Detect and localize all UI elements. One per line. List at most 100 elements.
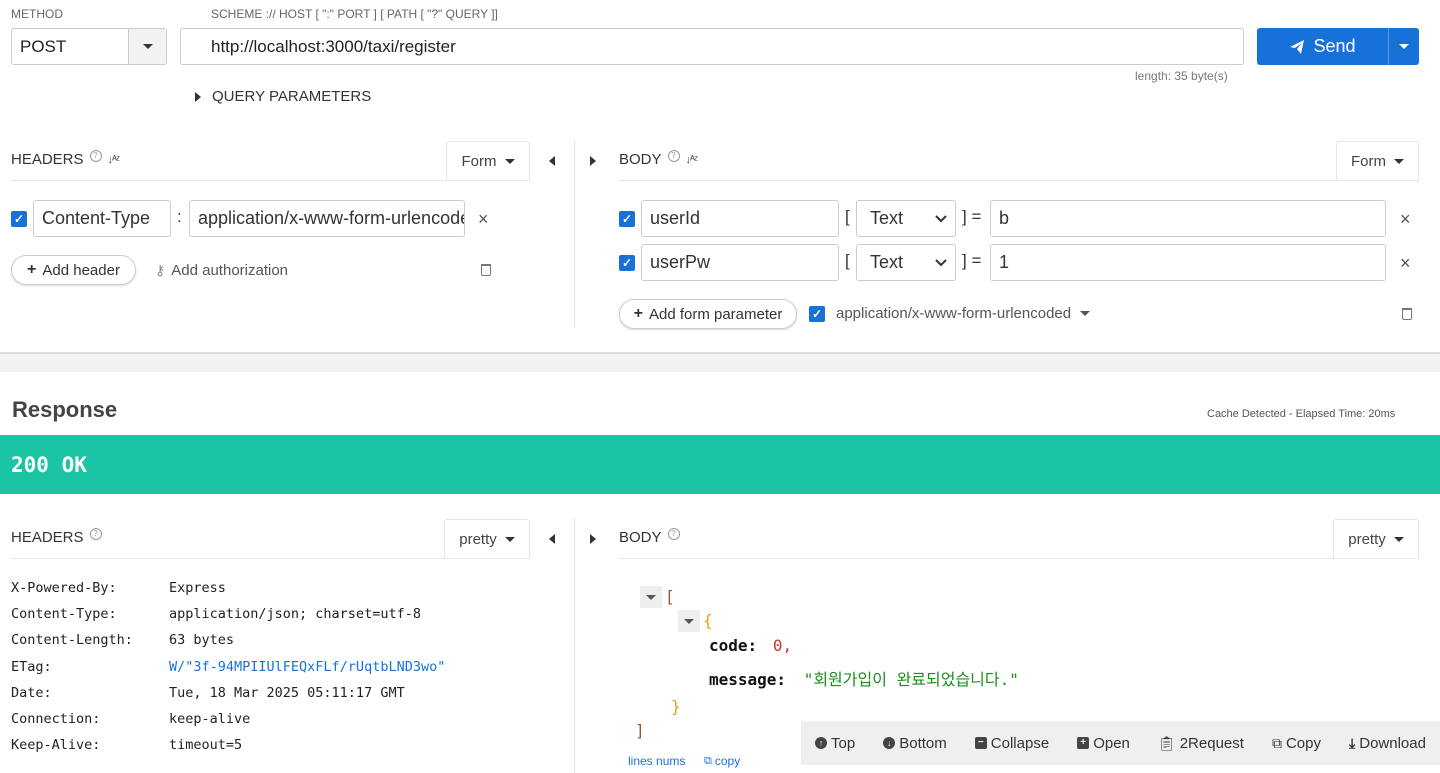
- response-header-value: keep-alive: [169, 711, 251, 727]
- response-header-name: Connection:: [11, 711, 101, 727]
- response-header-name: Content-Length:: [11, 632, 133, 649]
- headers-title-text: HEADERS: [11, 151, 84, 168]
- content-type-dropdown[interactable]: application/x-www-form-urlencoded: [836, 305, 1091, 322]
- add-header-label: Add header: [42, 261, 120, 279]
- divider: [11, 558, 530, 559]
- headers-format-dropdown[interactable]: Form: [446, 141, 530, 180]
- remove-param-icon[interactable]: ×: [1400, 209, 1411, 230]
- collapse-left-icon[interactable]: [549, 531, 555, 548]
- divider: [619, 558, 1419, 559]
- help-icon[interactable]: ?: [667, 149, 680, 162]
- headers-format-label: Form: [461, 152, 497, 170]
- lines-nums-link[interactable]: lines nums: [628, 754, 685, 768]
- help-icon[interactable]: ?: [667, 527, 680, 540]
- caret-right-icon: [195, 91, 201, 102]
- response-headers-format-dropdown[interactable]: pretty: [444, 519, 530, 558]
- method-value: POST: [20, 37, 67, 56]
- query-parameters-toggle[interactable]: QUERY PARAMETERS: [195, 88, 371, 105]
- url-input[interactable]: http://localhost:3000/taxi/register: [180, 28, 1244, 65]
- collapse-button[interactable]: − Collapse: [974, 735, 1049, 752]
- json-open-object: {: [703, 611, 713, 630]
- response-header-value: timeout=5: [169, 737, 243, 754]
- copy-link-label: copy: [714, 754, 741, 768]
- sort-icon[interactable]: ↓ᴬᶻ: [108, 154, 120, 166]
- key-icon: ⚷: [155, 262, 166, 278]
- response-header-value: Tue, 18 Mar 2025 05:11:17 GMT: [169, 684, 405, 701]
- chevron-down-icon: [1394, 158, 1404, 164]
- to-request-button[interactable]: 📋︎ 2Request: [1158, 735, 1244, 752]
- collapse-object-toggle[interactable]: [678, 610, 700, 632]
- panel-divider: [574, 140, 575, 328]
- add-authorization-link[interactable]: ⚷ Add authorization: [155, 262, 288, 279]
- chevron-down-icon: [935, 258, 947, 266]
- download-button[interactable]: ⤓ Download: [1349, 735, 1426, 752]
- content-type-label: application/x-www-form-urlencoded: [836, 305, 1072, 322]
- response-body-format-dropdown[interactable]: pretty: [1333, 519, 1419, 558]
- json-key: code:: [709, 636, 758, 655]
- param-value-input[interactable]: b: [990, 200, 1386, 237]
- sort-icon[interactable]: ↓ᴬᶻ: [686, 154, 698, 166]
- header-value-input[interactable]: application/x-www-form-urlencoded: [189, 200, 465, 237]
- json-string: "회원가입이 완료되었습니다.": [803, 670, 1019, 689]
- help-icon[interactable]: ?: [89, 149, 102, 162]
- collapse-array-toggle[interactable]: [640, 586, 662, 608]
- collapse-left-icon[interactable]: [549, 153, 555, 170]
- chevron-down-icon: [935, 214, 947, 222]
- copy-link[interactable]: ⧉ copy: [704, 754, 740, 768]
- chevron-down-icon: [1399, 44, 1409, 49]
- add-form-parameter-button[interactable]: + Add form parameter: [619, 299, 797, 329]
- json-open-array: [: [665, 587, 675, 606]
- arrow-down-icon: ↓: [883, 737, 896, 749]
- json-key: message:: [709, 670, 787, 689]
- minus-square-icon: −: [974, 737, 987, 749]
- param-name-input[interactable]: userPw: [641, 244, 839, 281]
- status-text: 200 OK: [11, 452, 87, 477]
- param-type-select[interactable]: Text: [856, 200, 956, 237]
- headers-format-label: pretty: [459, 530, 497, 548]
- response-header-value: 63 bytes: [169, 632, 235, 649]
- chevron-down-icon[interactable]: [128, 29, 166, 64]
- response-toolbar: ↑ Top ↓ Bottom − Collapse + Open 📋︎ 2Request …: [801, 721, 1440, 765]
- expand-right-icon[interactable]: [590, 153, 596, 170]
- chevron-down-icon: [1080, 311, 1091, 316]
- expand-right-icon[interactable]: [590, 531, 596, 548]
- panel-divider: [574, 518, 575, 773]
- trash-icon[interactable]: [1402, 308, 1412, 320]
- bracket-close: ] =: [962, 251, 982, 270]
- bracket-open: [: [845, 207, 850, 226]
- header-enabled-checkbox[interactable]: ✓: [11, 211, 27, 227]
- download-icon: ⤓: [1349, 734, 1356, 751]
- request-headers-title: HEADERS ? ↓ᴬᶻ: [11, 149, 120, 168]
- send-button[interactable]: Send: [1257, 28, 1419, 65]
- param-value-input[interactable]: 1: [990, 244, 1386, 281]
- method-select[interactable]: POST: [11, 28, 167, 65]
- json-message-line: message: "회원가입이 완료되었습니다.": [709, 666, 1019, 690]
- open-button[interactable]: + Open: [1077, 735, 1130, 752]
- add-header-button[interactable]: + Add header: [11, 255, 136, 285]
- response-title: Response: [12, 397, 118, 422]
- send-options-button[interactable]: [1388, 28, 1419, 65]
- clipboard-icon: 📋︎: [1157, 734, 1176, 751]
- response-header-name: Keep-Alive:: [11, 737, 101, 754]
- bottom-button[interactable]: ↓ Bottom: [883, 735, 947, 752]
- param-type-select[interactable]: Text: [856, 244, 956, 281]
- param-enabled-checkbox[interactable]: ✓: [619, 211, 635, 227]
- section-separator: [0, 352, 1440, 372]
- param-name-input[interactable]: userId: [641, 200, 839, 237]
- help-icon[interactable]: ?: [89, 527, 102, 540]
- add-form-parameter-label: Add form parameter: [648, 305, 783, 323]
- json-number: 0,: [772, 636, 793, 655]
- header-name-input[interactable]: Content-Type: [33, 200, 171, 237]
- remove-header-icon[interactable]: ×: [478, 209, 489, 230]
- content-type-checkbox[interactable]: ✓: [809, 306, 825, 322]
- remove-param-icon[interactable]: ×: [1400, 253, 1411, 274]
- trash-icon[interactable]: [481, 264, 491, 276]
- copy-button[interactable]: ⧉ Copy: [1272, 735, 1321, 752]
- plus-icon: +: [27, 261, 37, 278]
- json-code-line: code: 0,: [709, 636, 792, 655]
- param-enabled-checkbox[interactable]: ✓: [619, 255, 635, 271]
- body-format-dropdown[interactable]: Form: [1336, 141, 1419, 180]
- param-type-value: Text: [870, 252, 904, 272]
- top-button[interactable]: ↑ Top: [815, 735, 855, 752]
- response-header-value[interactable]: W/"3f-94MPIIUlFEQxFLf/rUqtbLND3wo": [169, 659, 445, 675]
